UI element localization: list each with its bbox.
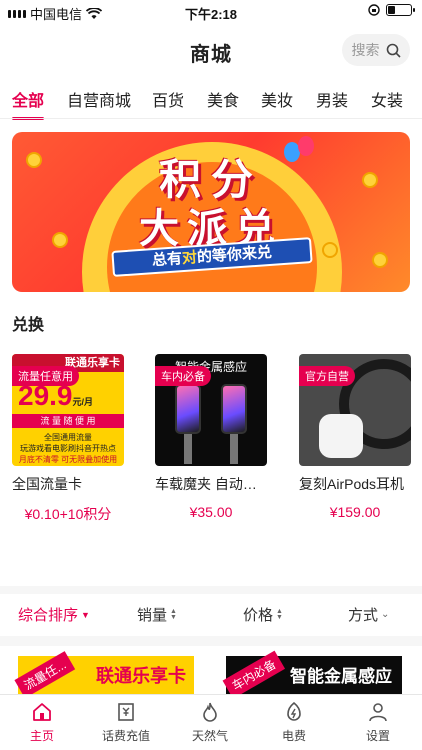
product-name: 复刻AirPods耳机 <box>299 476 405 492</box>
search-icon <box>386 43 401 58</box>
sort-label: 价格 <box>243 607 274 624</box>
ribbon-text-highlight: 对 <box>181 249 198 268</box>
tab-food[interactable]: 美食 <box>207 87 239 111</box>
section-title: 兑换 <box>12 317 45 334</box>
phone-graphic <box>175 384 201 434</box>
product-image: 智能金属感应 车内必备 <box>155 354 267 466</box>
tabbar-label: 天然气 <box>191 729 228 743</box>
sort-label: 销量 <box>137 607 168 624</box>
coin-icon <box>372 252 388 268</box>
orientation-lock-icon <box>368 4 380 16</box>
tabbar-label: 设置 <box>365 729 390 743</box>
home-icon <box>33 703 51 721</box>
status-bar: 中国电信 下午2:18 <box>0 0 422 24</box>
holder-graphic <box>230 434 238 464</box>
tabbar-label: 主页 <box>29 729 54 743</box>
tab-all[interactable]: 全部 <box>12 87 45 120</box>
unicom-desc-line: 月底不清零 可无限叠加使用 <box>18 455 118 464</box>
category-tabs: 全部 自营商城 百货 美食 美妆 男装 女装 <box>0 84 422 120</box>
airpods-case-graphic <box>319 414 363 458</box>
tabs-divider <box>0 118 422 119</box>
battery-icon <box>386 4 415 16</box>
flame-icon <box>203 702 217 722</box>
tabbar-gas[interactable]: 天然气 <box>168 701 252 744</box>
status-right <box>368 4 415 16</box>
unicom-desc-line: 全国通用流量 <box>44 433 92 442</box>
chevron-down-icon: ▼ <box>81 609 90 620</box>
product-price: ¥159.00 <box>329 504 381 520</box>
product-tag: 流量任... <box>14 651 76 696</box>
unicom-band: 流 量 随 便 用 <box>12 414 124 428</box>
tabbar-settings[interactable]: 设置 <box>336 701 420 744</box>
product-image: 智能金属感应 车内必备 <box>222 650 402 696</box>
product-tag: 车内必备 <box>155 366 211 386</box>
product-grid-card[interactable]: 智能金属感应 车内必备 <box>218 648 412 696</box>
sort-price[interactable]: 价格 ▲ ▼ <box>243 604 283 625</box>
product-tag: 官方自营 <box>299 366 355 386</box>
search-label: 搜索 <box>351 42 380 58</box>
product-price: ¥35.00 <box>189 504 233 520</box>
sort-comprehensive[interactable]: 综合排序 ▼ <box>18 604 90 625</box>
product-price: ¥0.10+10积分 <box>24 506 112 522</box>
product-image: 官方自营 <box>299 354 411 466</box>
sort-sales[interactable]: 销量 ▲ ▼ <box>137 604 177 625</box>
bill-icon <box>118 703 134 721</box>
tab-womenswear[interactable]: 女装 <box>371 87 403 111</box>
product-name: 全国流量卡 <box>12 476 82 492</box>
header: 商城 搜索 <box>0 30 422 70</box>
product-name: 车载魔夹 自动感应 <box>155 476 267 492</box>
ribbon-text-post: 的等你来兑 <box>196 243 273 267</box>
tabbar-label: 话费充值 <box>101 729 150 743</box>
product-grid-card[interactable]: 联通乐享卡 流量任... <box>10 648 204 696</box>
section-separator <box>0 586 422 594</box>
sort-label: 综合排序 <box>18 607 79 624</box>
card-header: 联通乐享卡 <box>96 666 186 686</box>
tabbar-bill[interactable]: 话费充值 <box>84 701 168 744</box>
tabbar-label: 电费 <box>281 729 306 743</box>
card-header: 智能金属感应 <box>290 667 392 686</box>
sort-arrows-icon: ▲ ▼ <box>276 607 283 621</box>
search-button[interactable]: 搜索 <box>342 34 410 66</box>
tabbar-home[interactable]: 主页 <box>0 701 84 744</box>
sort-label: 方式 <box>348 607 379 624</box>
person-icon <box>369 703 387 722</box>
product-card[interactable]: 智能金属感应 车内必备 车载魔夹 自动感应 ¥35.00 <box>155 354 267 520</box>
unicom-desc-line: 玩游戏看电影刷抖音开热点 <box>20 444 116 453</box>
tab-department-store[interactable]: 百货 <box>152 87 184 111</box>
product-image: 联通乐享卡 29.9元/月 流 量 随 便 用 全国通用流量 玩游戏看电影刷抖音… <box>12 354 124 466</box>
battery-level <box>388 6 396 14</box>
chevron-down-icon: ⌄ <box>381 609 390 620</box>
sort-method[interactable]: 方式 ⌄ <box>348 604 389 625</box>
holder-graphic <box>184 434 192 464</box>
tab-menswear[interactable]: 男装 <box>316 87 348 111</box>
tabbar-electricity[interactable]: 电费 <box>252 701 336 744</box>
bottom-tab-bar: 主页 话费充值 天然气 电费 设置 <box>0 694 422 750</box>
product-card[interactable]: 联通乐享卡 29.9元/月 流 量 随 便 用 全国通用流量 玩游戏看电影刷抖音… <box>12 354 124 524</box>
status-time: 下午2:18 <box>184 7 238 22</box>
phone-graphic <box>221 384 247 434</box>
unicom-desc: 全国通用流量 玩游戏看电影刷抖音开热点 月底不清零 可无限叠加使用 <box>12 432 124 465</box>
sort-arrows-icon: ▲ ▼ <box>170 607 177 621</box>
product-tag: 流量任意用 <box>12 366 79 386</box>
tab-beauty[interactable]: 美妆 <box>261 87 293 111</box>
unicom-price-unit: 元/月 <box>72 397 94 407</box>
ribbon-text-pre: 总有 <box>151 250 183 270</box>
product-tag: 车内必备 <box>222 650 286 696</box>
product-image: 联通乐享卡 流量任... <box>14 651 194 696</box>
lightning-icon <box>287 701 301 721</box>
promo-banner[interactable]: 积分 大派兑 总有对的等你来兑 <box>12 132 410 292</box>
section-separator <box>0 636 422 646</box>
tab-self-operated[interactable]: 自营商城 <box>67 87 131 111</box>
product-card[interactable]: 官方自营 复刻AirPods耳机 ¥159.00 <box>299 354 411 520</box>
